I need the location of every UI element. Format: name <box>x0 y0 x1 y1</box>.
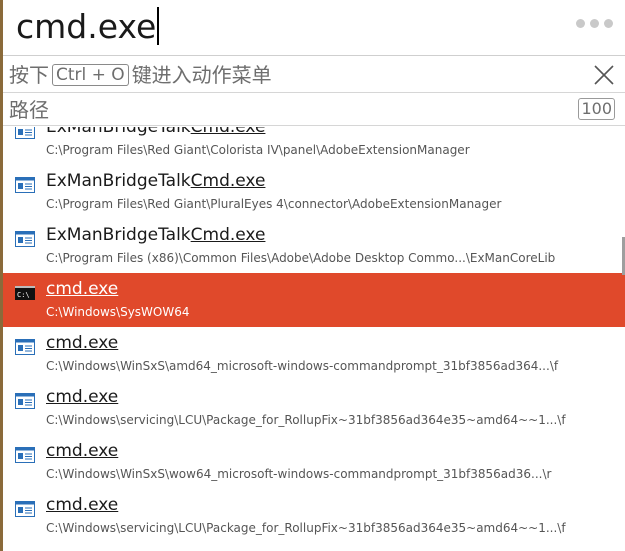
window-app-icon <box>15 177 35 193</box>
result-path: C:\Windows\WinSxS\wow64_microsoft-window… <box>46 467 552 481</box>
more-options-icon[interactable] <box>576 19 613 28</box>
result-name: cmd.exe <box>46 441 119 461</box>
result-name: ExManBridgeTalkCmd.exe <box>46 171 266 191</box>
window-app-icon <box>15 339 35 355</box>
action-hint: 按下 Ctrl + O 键进入动作菜单 <box>9 63 272 87</box>
result-name: ExManBridgeTalkCmd.exe <box>46 127 266 137</box>
result-name: ExManBridgeTalkCmd.exe <box>46 225 266 245</box>
result-path: C:\Windows\SysWOW64 <box>46 305 190 319</box>
result-name: cmd.exe <box>46 495 119 515</box>
result-item[interactable]: cmd.exe C:\Windows\servicing\LCU\Package_… <box>3 381 625 435</box>
result-path: C:\Windows\servicing\LCU\Package_for_Rol… <box>46 521 566 535</box>
result-count-badge: 100 <box>578 98 615 120</box>
svg-text:C:\: C:\ <box>17 291 30 299</box>
text-caret <box>157 6 160 45</box>
path-label: 路径 <box>9 98 49 122</box>
result-item[interactable]: cmd.exe C:\Windows\WinSxS\amd64_microsoft… <box>3 327 625 381</box>
close-icon[interactable] <box>593 64 615 86</box>
result-path: C:\Windows\WinSxS\amd64_microsoft-window… <box>46 359 559 373</box>
result-name: cmd.exe <box>46 387 119 407</box>
window-app-icon <box>15 501 35 517</box>
path-filter-bar: 路径 100 <box>3 94 625 126</box>
result-item[interactable]: cmd.exe C:\Windows\servicing\LCU\Package_… <box>3 489 625 543</box>
result-item[interactable]: C:\ cmd.exe C:\Windows\SysWOW64 <box>3 273 625 327</box>
window-app-icon <box>15 393 35 409</box>
result-path: C:\Program Files (x86)\Common Files\Adob… <box>46 251 556 265</box>
result-path: C:\Windows\servicing\LCU\Package_for_Rol… <box>46 413 566 427</box>
console-icon: C:\ <box>15 285 35 301</box>
window-app-icon <box>15 231 35 247</box>
result-item[interactable]: ExManBridgeTalkCmd.exe C:\Program Files (… <box>3 219 625 273</box>
result-item[interactable]: ExManBridgeTalkCmd.exe C:\Program Files\R… <box>3 165 625 219</box>
result-name: cmd.exe <box>46 333 119 353</box>
action-hint-bar: 按下 Ctrl + O 键进入动作菜单 <box>3 57 625 93</box>
search-bar: cmd.exe <box>3 0 625 56</box>
result-item[interactable]: ExManBridgeTalkCmd.exe C:\Program Files\R… <box>3 127 625 165</box>
search-input[interactable]: cmd.exe <box>16 4 160 50</box>
result-path: C:\Program Files\Red Giant\Colorista IV\… <box>46 143 470 157</box>
result-item[interactable]: cmd.exe C:\Windows\WinSxS\wow64_microsoft… <box>3 435 625 489</box>
window-app-icon <box>15 127 35 139</box>
window-app-icon <box>15 447 35 463</box>
results-list: ExManBridgeTalkCmd.exe C:\Program Files\R… <box>3 127 625 551</box>
search-query: cmd.exe <box>16 7 157 46</box>
shortcut-key: Ctrl + O <box>52 64 129 86</box>
result-path: C:\Program Files\Red Giant\PluralEyes 4\… <box>46 197 502 211</box>
result-name: cmd.exe <box>46 279 119 299</box>
